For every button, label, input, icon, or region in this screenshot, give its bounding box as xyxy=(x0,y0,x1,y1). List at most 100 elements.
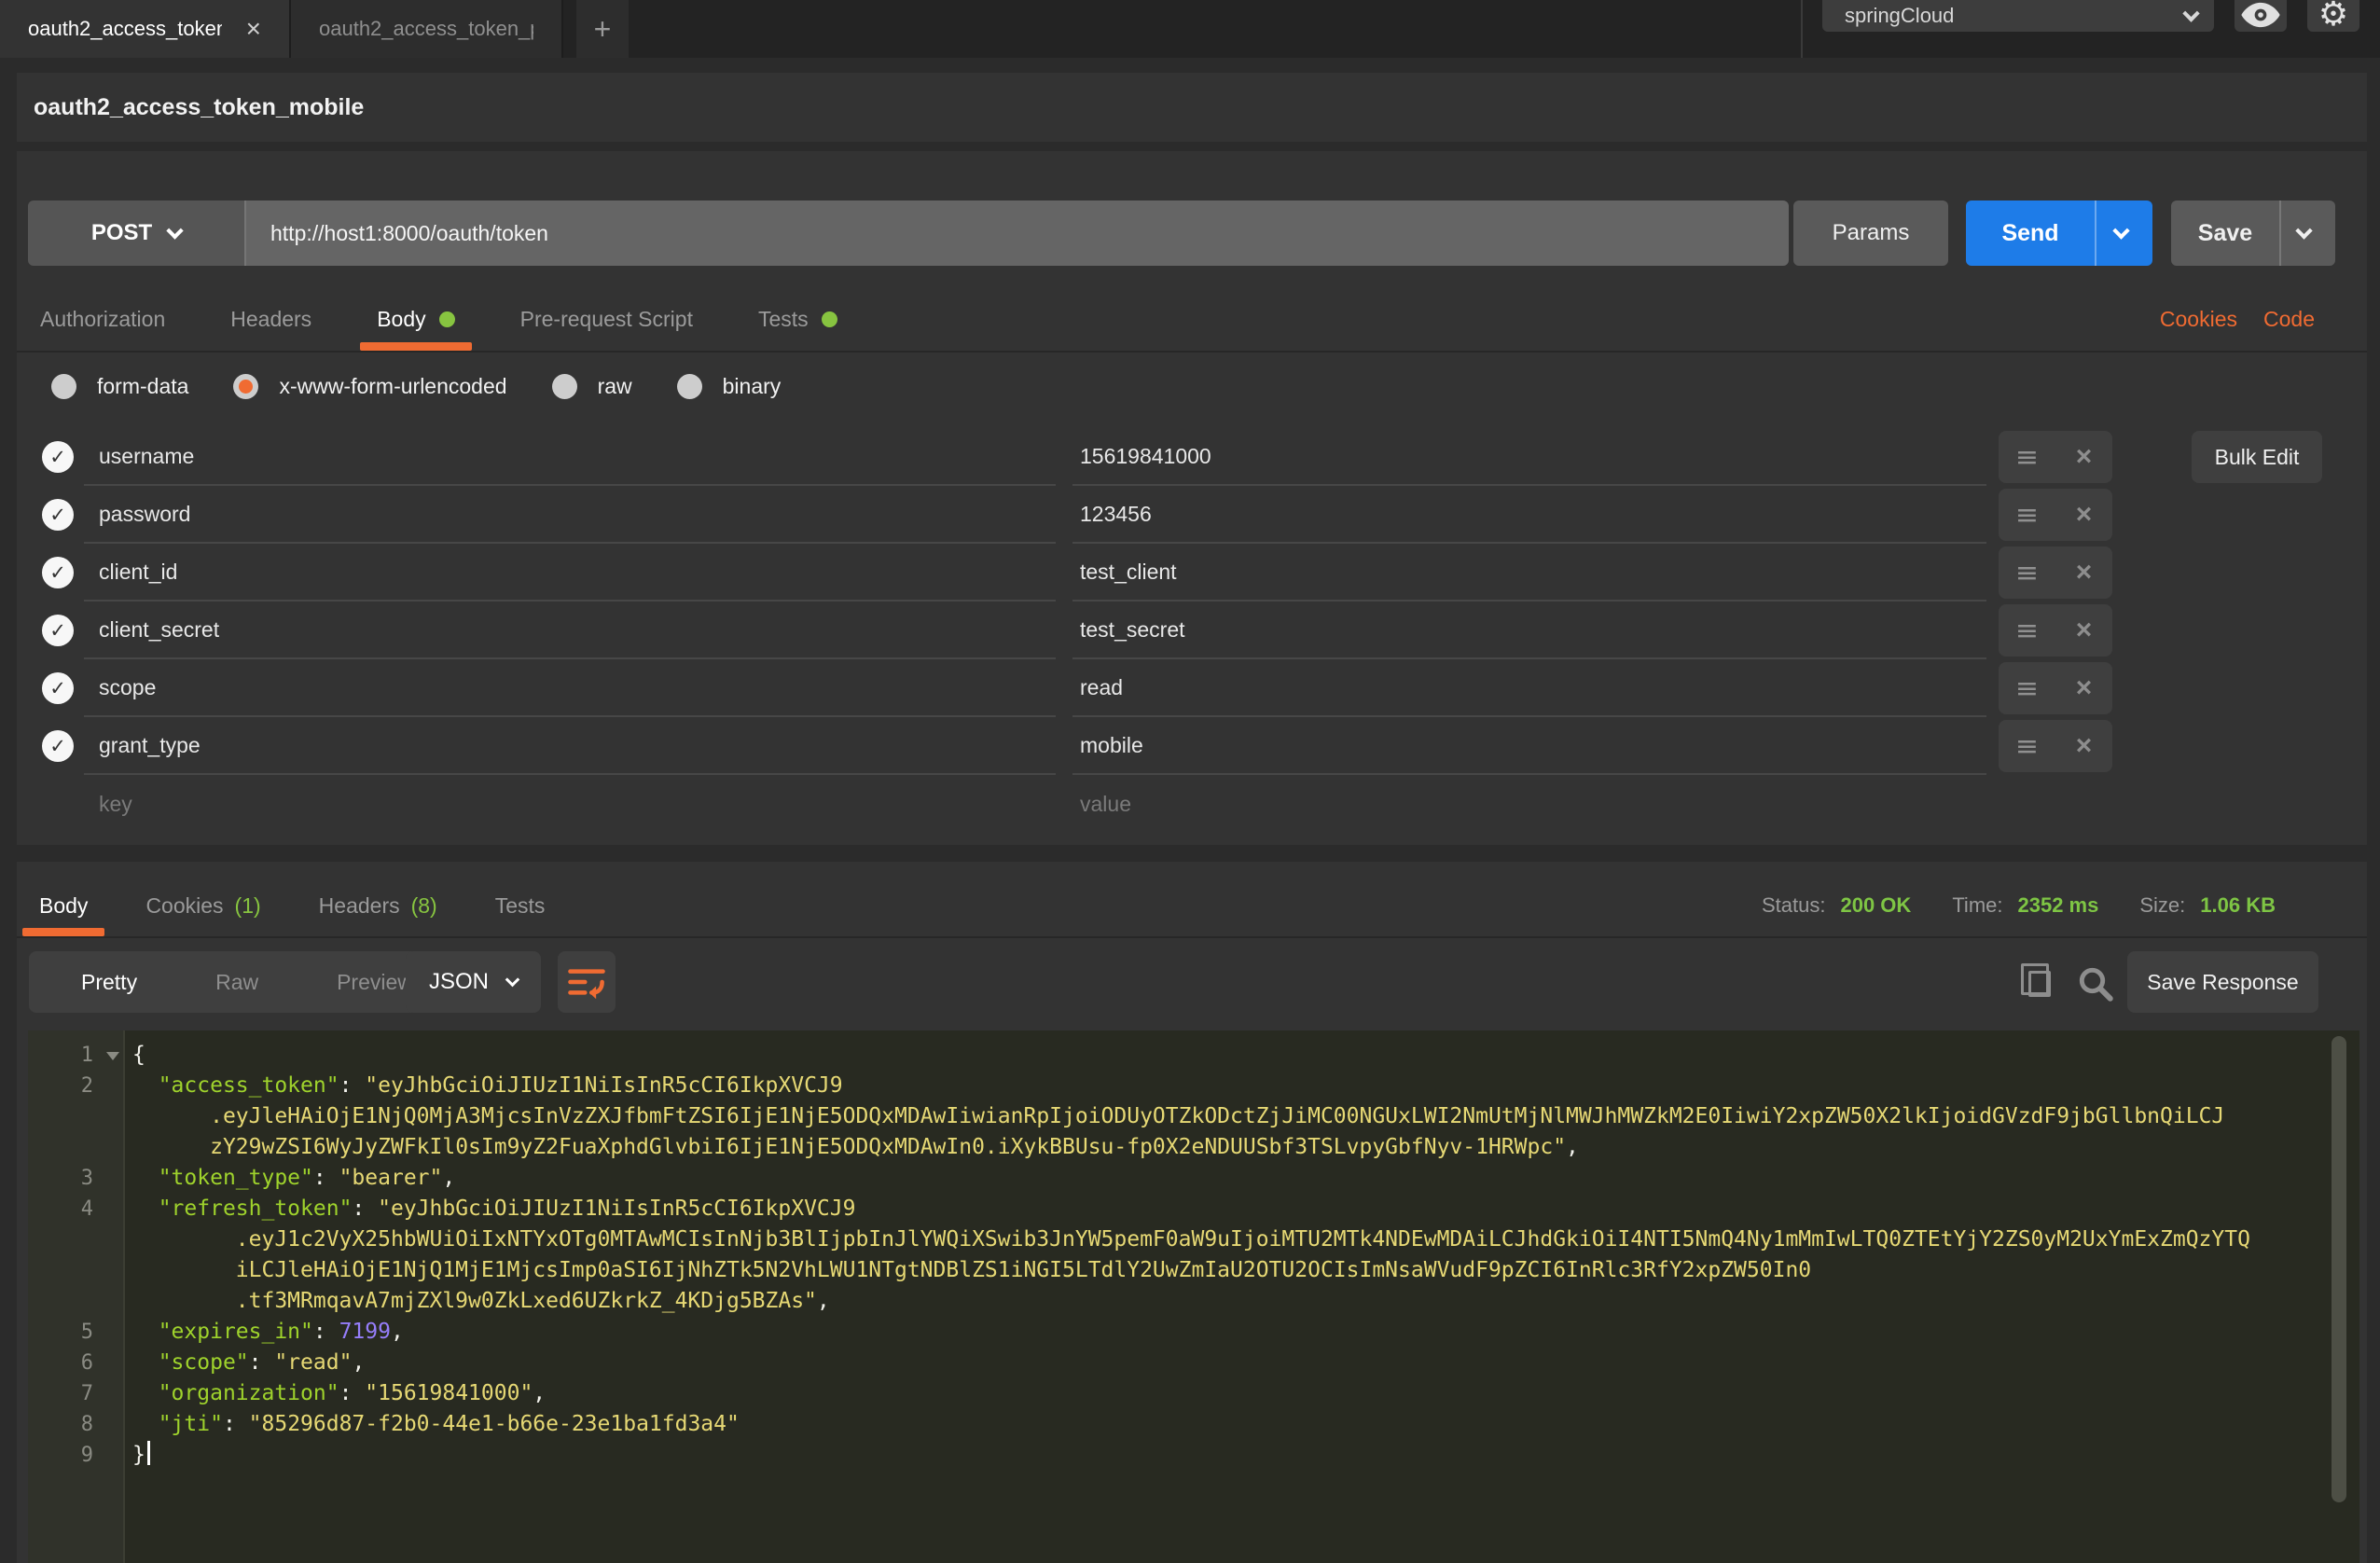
body-type-radio-raw[interactable]: raw xyxy=(552,374,632,399)
settings-button[interactable]: ⚙ xyxy=(2307,0,2359,32)
code-token: "refresh_token" xyxy=(159,1196,353,1221)
method-select[interactable]: POST xyxy=(28,201,244,266)
add-tab-button[interactable]: + xyxy=(576,0,629,58)
checkbox-checked-icon[interactable]: ✓ xyxy=(42,557,74,588)
editor-tab[interactable]: oauth2_access_token_passv xyxy=(291,0,563,58)
response-tab-headers[interactable]: Headers(8) xyxy=(315,878,441,933)
code-token xyxy=(132,1196,159,1221)
code-link[interactable]: Code xyxy=(2263,307,2315,332)
param-key-field[interactable]: client_id xyxy=(84,544,1056,602)
param-key: password xyxy=(99,502,190,527)
drag-handle-icon[interactable]: ≡ xyxy=(1999,441,2055,474)
body-type-radio-form-data[interactable]: form-data xyxy=(51,374,188,399)
save-button[interactable]: Save xyxy=(2171,201,2335,266)
param-row: ✓ client_id test_client ≡× xyxy=(17,544,2367,602)
param-key-field[interactable]: grant_type xyxy=(84,717,1056,775)
editor-tab[interactable]: oauth2_access_token_× xyxy=(0,0,291,58)
chevron-down-icon[interactable] xyxy=(2112,222,2129,239)
drag-handle-icon[interactable]: ≡ xyxy=(1999,672,2055,705)
wrap-text-button[interactable] xyxy=(558,951,616,1013)
line-number: 7 xyxy=(28,1378,125,1409)
param-key-field[interactable]: client_secret xyxy=(84,602,1056,659)
editor-tab-label: oauth2_access_token_passv xyxy=(319,17,533,41)
remove-row-icon[interactable]: × xyxy=(2055,557,2112,588)
param-value-field[interactable]: test_client xyxy=(1072,544,1986,602)
checkbox-checked-icon[interactable]: ✓ xyxy=(42,730,74,762)
tab-body[interactable]: Body xyxy=(373,289,458,349)
remove-row-icon[interactable]: × xyxy=(2055,615,2112,646)
params-button[interactable]: Params xyxy=(1793,201,1948,266)
copy-button[interactable] xyxy=(2018,962,2061,1005)
remove-row-icon[interactable]: × xyxy=(2055,730,2112,762)
param-key-field[interactable]: username xyxy=(84,428,1056,486)
param-value-field-empty[interactable]: value xyxy=(1072,775,1986,833)
environment-name: springCloud xyxy=(1845,4,2185,28)
param-value-field[interactable]: read xyxy=(1072,659,1986,717)
response-tab-tests[interactable]: Tests xyxy=(491,878,549,933)
param-value-field[interactable]: test_secret xyxy=(1072,602,1986,659)
param-key: grant_type xyxy=(99,733,201,758)
environment-select[interactable]: springCloud xyxy=(1822,0,2214,32)
remove-row-icon[interactable]: × xyxy=(2055,499,2112,531)
code-token: "expires_in" xyxy=(159,1320,313,1344)
param-value-field[interactable]: mobile xyxy=(1072,717,1986,775)
checkbox-checked-icon[interactable]: ✓ xyxy=(42,499,74,531)
editor-tabs: oauth2_access_token_× oauth2_access_token… xyxy=(0,0,563,58)
chevron-down-icon[interactable] xyxy=(2295,222,2312,239)
response-tab-label: Cookies xyxy=(145,893,223,919)
param-key: scope xyxy=(99,675,156,700)
checkbox-checked-icon[interactable]: ✓ xyxy=(42,441,74,473)
code-text: "jti": "85296d87-f2b0-44e1-b66e-23e1ba1f… xyxy=(125,1409,2359,1440)
size-label: Size: xyxy=(2139,893,2185,918)
line-number: 6 xyxy=(28,1348,125,1378)
param-key-field[interactable]: scope xyxy=(84,659,1056,717)
tab-authorization[interactable]: Authorization xyxy=(36,289,169,349)
code-text: .eyJleHAiOjE1NjQ0MjA3MjcsInVzZXJfbmFtZSI… xyxy=(125,1101,2359,1132)
save-label: Save xyxy=(2171,220,2279,247)
response-tab-cookies[interactable]: Cookies (1) xyxy=(142,878,264,933)
param-value-field[interactable]: 15619841000 xyxy=(1072,428,1986,486)
code-token: "eyJhbGciOiJIUzI1NiIsInR5cCI6IkpXVCJ9 xyxy=(365,1073,842,1098)
param-key-field[interactable]: password xyxy=(84,486,1056,544)
response-tab-label: Headers xyxy=(319,893,400,919)
url-input[interactable]: http://host1:8000/oauth/token xyxy=(244,201,1789,266)
close-icon[interactable]: × xyxy=(246,16,261,42)
send-label: Send xyxy=(1966,220,2095,247)
response-tab-body[interactable]: Body xyxy=(35,878,91,933)
response-tab-count: (1) xyxy=(235,893,261,919)
body-type-radio-binary[interactable]: binary xyxy=(677,374,782,399)
response-body-editor[interactable]: 1{2 "access_token": "eyJhbGciOiJIUzI1NiI… xyxy=(28,1030,2359,1563)
search-button[interactable] xyxy=(2072,961,2119,1007)
tab-headers[interactable]: Headers xyxy=(227,289,315,349)
drag-handle-icon[interactable]: ≡ xyxy=(1999,730,2055,763)
editor-scrollbar[interactable] xyxy=(2332,1036,2346,1502)
drag-handle-icon[interactable]: ≡ xyxy=(1999,615,2055,647)
format-select[interactable]: JSON xyxy=(406,951,541,1013)
remove-row-icon[interactable]: × xyxy=(2055,672,2112,704)
checkbox-checked-icon[interactable]: ✓ xyxy=(42,615,74,646)
code-line: 8 "jti": "85296d87-f2b0-44e1-b66e-23e1ba… xyxy=(28,1409,2359,1440)
fold-caret-icon[interactable] xyxy=(106,1052,119,1060)
save-response-button[interactable]: Save Response xyxy=(2127,951,2318,1013)
status-label: Status: xyxy=(1762,893,1825,918)
param-value-field[interactable]: 123456 xyxy=(1072,486,1986,544)
checkbox-checked-icon[interactable]: ✓ xyxy=(42,672,74,704)
remove-row-icon[interactable]: × xyxy=(2055,441,2112,473)
params-table: ✓username15619841000≡×✓password123456≡×✓… xyxy=(17,417,2367,833)
tab-pre-request-script[interactable]: Pre-request Script xyxy=(517,289,697,349)
send-button[interactable]: Send xyxy=(1966,201,2152,266)
code-line: .eyJleHAiOjE1NjQ0MjA3MjcsInVzZXJfbmFtZSI… xyxy=(28,1101,2359,1132)
view-mode-pretty[interactable]: Pretty xyxy=(42,970,176,995)
tab-tests[interactable]: Tests xyxy=(754,289,841,349)
code-token xyxy=(132,1227,236,1252)
drag-handle-icon[interactable]: ≡ xyxy=(1999,557,2055,589)
row-actions: ≡× xyxy=(1999,489,2112,541)
body-type-radio-x-www-form-urlencoded[interactable]: x-www-form-urlencoded xyxy=(233,374,506,399)
cookies-link[interactable]: Cookies xyxy=(2160,307,2237,332)
view-mode-raw[interactable]: Raw xyxy=(176,970,298,995)
url-text: http://host1:8000/oauth/token xyxy=(270,221,548,246)
bulk-edit-button[interactable]: Bulk Edit xyxy=(2192,431,2322,483)
environment-quicklook-button[interactable] xyxy=(2235,0,2287,32)
drag-handle-icon[interactable]: ≡ xyxy=(1999,499,2055,532)
param-key-field-empty[interactable]: key xyxy=(84,775,1056,833)
